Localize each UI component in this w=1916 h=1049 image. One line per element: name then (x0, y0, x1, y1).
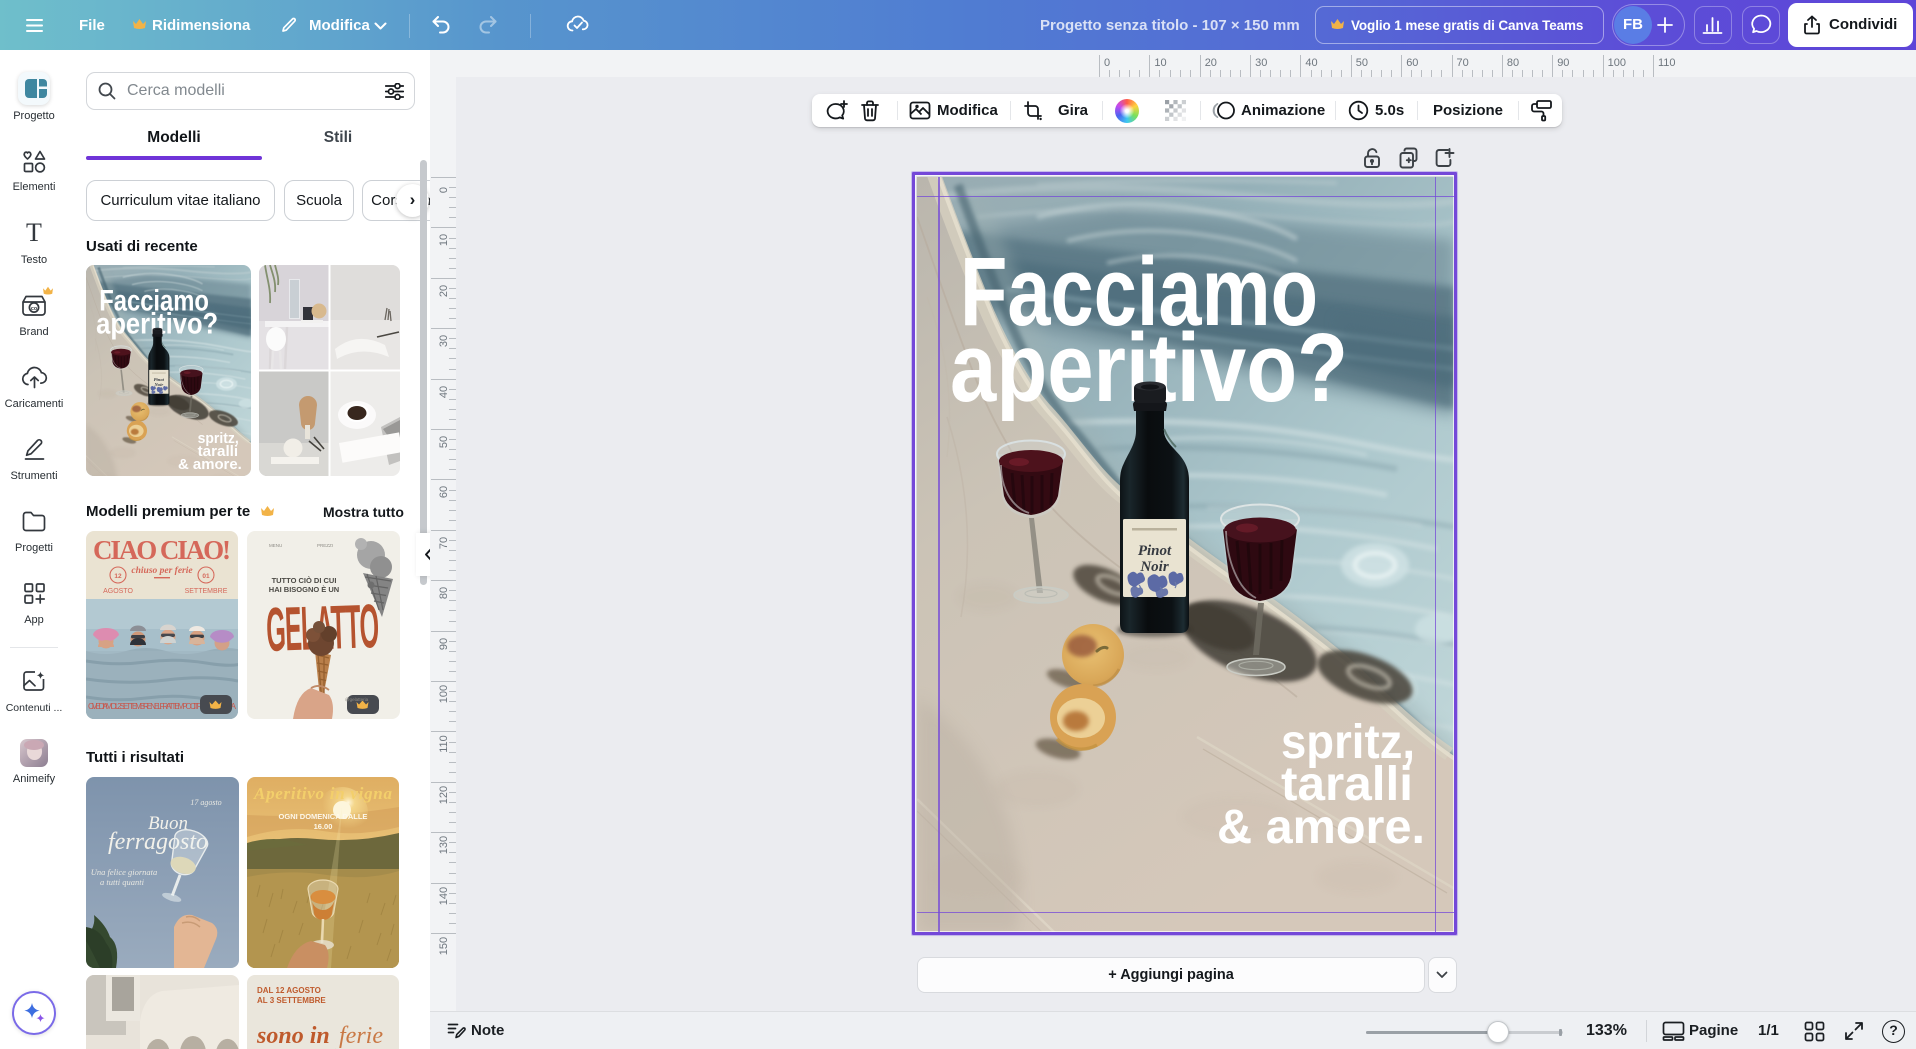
svg-text:Una felice giornata: Una felice giornata (91, 867, 158, 877)
svg-text:01: 01 (202, 573, 210, 580)
svg-text:SETTEMBRE: SETTEMBRE (185, 588, 228, 595)
svg-text:Aperitivo in vigna: Aperitivo in vigna (253, 784, 393, 803)
svg-text:a tutti quanti: a tutti quanti (100, 877, 145, 887)
svg-text:PREZZI: PREZZI (317, 543, 333, 548)
svg-text:AL 3 SETTEMBRE: AL 3 SETTEMBRE (257, 996, 326, 1005)
svg-text:co: co (31, 306, 38, 312)
svg-text:TUTTO CIÒ DI CUI: TUTTO CIÒ DI CUI (272, 576, 337, 585)
svg-text:16.00: 16.00 (314, 822, 333, 831)
svg-text:chiuso per ferie: chiuso per ferie (131, 566, 193, 576)
svg-text:MENU: MENU (269, 543, 282, 548)
svg-text:CIAO CIAO!: CIAO CIAO! (93, 535, 231, 565)
svg-text:HAI BISOGNO È UN: HAI BISOGNO È UN (269, 585, 339, 594)
svg-text:AGOSTO: AGOSTO (103, 588, 133, 595)
svg-text:sono in: sono in (256, 1023, 330, 1049)
svg-text:@gelatteria: @gelatteria (345, 697, 369, 702)
svg-text:17 agosto: 17 agosto (190, 798, 221, 807)
svg-text:DAL 12 AGOSTO: DAL 12 AGOSTO (257, 986, 321, 995)
svg-text:12: 12 (114, 573, 122, 580)
svg-text:OGNI DOMENICA DALLE: OGNI DOMENICA DALLE (279, 812, 368, 821)
svg-text:ferie: ferie (339, 1023, 383, 1049)
